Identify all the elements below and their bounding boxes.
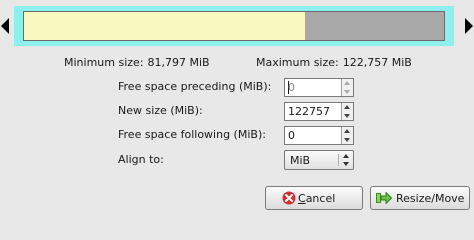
right-resize-handle-icon[interactable]: [465, 18, 473, 34]
new-size-label: New size (MiB):: [118, 104, 203, 117]
new-size-value: 122757: [288, 105, 330, 118]
align-to-label: Align to:: [118, 153, 164, 166]
resize-move-arrow-icon: [376, 192, 392, 204]
cancel-mnemonic: C: [298, 192, 306, 205]
new-size-spinner[interactable]: 122757: [284, 102, 354, 121]
chevron-up-icon: [343, 154, 349, 158]
spinner-buttons[interactable]: [341, 127, 353, 144]
resize-move-button[interactable]: Resize/Move: [370, 186, 470, 210]
spin-up-icon[interactable]: [344, 129, 350, 133]
align-to-value: MiB: [290, 154, 311, 167]
partition-frame[interactable]: [14, 6, 454, 46]
free-space-following-value: 0: [288, 129, 295, 142]
cancel-button-label: Cancel: [298, 192, 335, 205]
spin-up-icon[interactable]: [344, 81, 350, 85]
spinner-buttons[interactable]: [341, 79, 353, 96]
minimum-size-label: Minimum size:: [64, 56, 144, 69]
partition-resizer[interactable]: [0, 2, 474, 50]
free-space-preceding-value: 0: [288, 81, 295, 94]
cancel-x-icon: [282, 191, 296, 205]
cancel-label-rest: ancel: [305, 192, 336, 205]
cancel-button[interactable]: Cancel: [265, 186, 363, 210]
spinner-buttons[interactable]: [341, 103, 353, 120]
maximum-size-info: Maximum size: 122,757 MiB: [256, 56, 412, 69]
spin-down-icon[interactable]: [344, 90, 350, 94]
free-space-following-label: Free space following (MiB):: [118, 128, 266, 141]
combo-separator: [338, 154, 339, 166]
free-space-preceding-label: Free space preceding (MiB):: [118, 80, 272, 93]
spin-down-icon[interactable]: [344, 138, 350, 142]
maximum-size-label: Maximum size:: [256, 56, 339, 69]
free-space-following-spinner[interactable]: 0: [284, 126, 354, 145]
left-resize-handle-icon[interactable]: [1, 18, 9, 34]
spin-up-icon[interactable]: [344, 105, 350, 109]
maximum-size-value: 122,757 MiB: [342, 56, 412, 69]
spin-down-icon[interactable]: [344, 114, 350, 118]
chevron-down-icon: [343, 162, 349, 166]
align-to-select[interactable]: MiB: [284, 150, 354, 170]
partition-block: [23, 11, 445, 41]
used-space-fill: [24, 12, 306, 40]
minimum-size-value: 81,797 MiB: [147, 56, 210, 69]
resize-move-button-label: Resize/Move: [396, 192, 465, 205]
free-space-preceding-spinner[interactable]: 0: [284, 78, 354, 97]
minimum-size-info: Minimum size: 81,797 MiB: [64, 56, 210, 69]
